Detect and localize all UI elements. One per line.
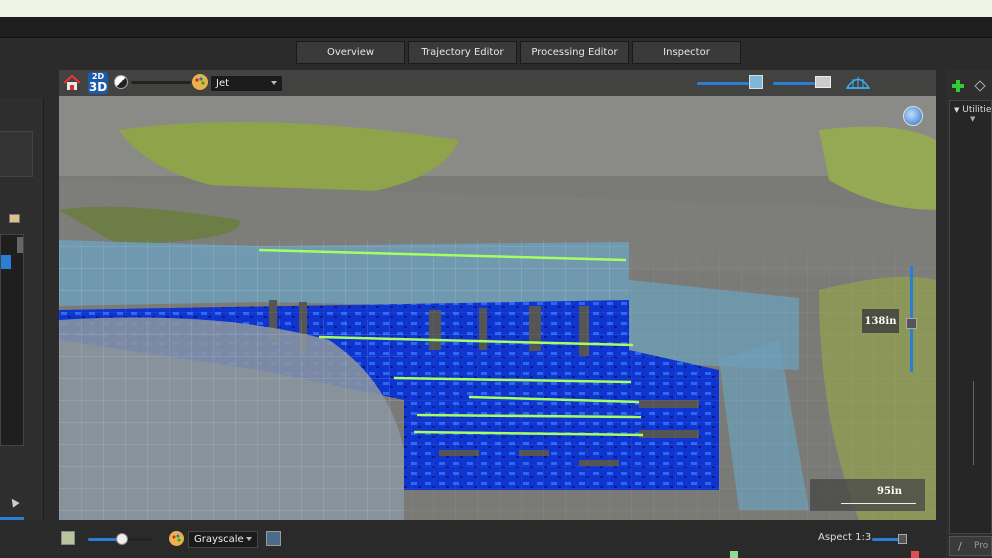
grid-icon[interactable] <box>845 75 871 90</box>
grayscale-select[interactable]: Grayscale <box>188 531 258 548</box>
add-icon[interactable] <box>952 80 964 92</box>
depth-label: 138in <box>862 309 899 333</box>
green-marker <box>730 551 738 558</box>
2d-3d-toggle[interactable]: 2D 3D <box>88 72 108 94</box>
invert-icon[interactable] <box>266 531 281 546</box>
layers-icon[interactable] <box>749 75 763 89</box>
tree-node-utilities[interactable]: ▼ Utilitie <box>954 105 991 115</box>
layer-tree[interactable]: ▼ Utilitie ▼ <box>949 100 992 534</box>
right-panel: ▼ Utilitie ▼ / Pro <box>946 70 992 558</box>
layer-list[interactable] <box>0 234 24 446</box>
aspect-label: Aspect 1:3 <box>818 532 872 543</box>
main-tabs: Overview Trajectory Editor Processing Ed… <box>296 41 741 64</box>
3d-viewport[interactable]: 2D 3D Jet 138in 95in <box>59 70 936 520</box>
pencil-icon: / <box>958 540 962 553</box>
grayscale-value: Grayscale <box>194 534 244 545</box>
depth-slider-handle[interactable] <box>906 318 917 329</box>
cursor-icon[interactable] <box>8 496 20 508</box>
link-icon[interactable] <box>974 80 986 92</box>
tab-trajectory-editor[interactable]: Trajectory Editor <box>408 41 517 64</box>
scale-value: 95in <box>877 486 902 497</box>
bottom-bar: Grayscale Aspect 1:3 <box>0 520 946 558</box>
depth-slider-a[interactable] <box>697 82 749 85</box>
tab-processing-editor[interactable]: Processing Editor <box>520 41 629 64</box>
left-panel <box>0 98 44 558</box>
viewport-toolbar: 2D 3D Jet <box>59 70 936 96</box>
aspect-slider-handle[interactable] <box>898 534 907 544</box>
left-panel-box <box>0 131 33 177</box>
red-marker <box>911 551 919 558</box>
depth-slider-b[interactable] <box>773 82 815 85</box>
filter-icon[interactable] <box>61 531 75 545</box>
tree-node-label: Utilitie <box>962 105 992 115</box>
contrast-icon[interactable] <box>114 75 128 89</box>
opacity-slider[interactable] <box>131 81 191 84</box>
tree-children <box>973 381 992 465</box>
chevron-down-icon <box>246 537 252 541</box>
gain-slider-knob[interactable] <box>116 533 128 545</box>
palette-icon[interactable] <box>192 74 208 90</box>
list-item-selected[interactable] <box>1 255 11 269</box>
sub-expand-icon: ▼ <box>970 115 976 123</box>
list-scrollbar[interactable] <box>17 237 23 253</box>
scene-render <box>59 70 936 520</box>
globe-icon[interactable] <box>903 106 923 126</box>
scale-line <box>841 503 916 504</box>
chevron-down-icon <box>271 81 277 85</box>
title-bar <box>0 17 992 38</box>
ground-icon[interactable] <box>815 76 831 88</box>
colormap-value: Jet <box>216 78 230 89</box>
mode-3d-label: 3D <box>88 80 108 94</box>
home-icon[interactable] <box>63 74 81 91</box>
property-input-placeholder: Pro <box>974 541 989 551</box>
layer-icon[interactable] <box>9 214 20 223</box>
tab-overview[interactable]: Overview <box>296 41 405 64</box>
top-strip <box>0 0 992 17</box>
property-input[interactable]: / Pro <box>949 536 992 556</box>
palette-icon-bottom[interactable] <box>169 531 184 546</box>
tab-inspector[interactable]: Inspector <box>632 41 741 64</box>
scale-bar: 95in <box>810 479 925 511</box>
expand-icon: ▼ <box>954 106 960 114</box>
colormap-select[interactable]: Jet <box>210 75 283 92</box>
